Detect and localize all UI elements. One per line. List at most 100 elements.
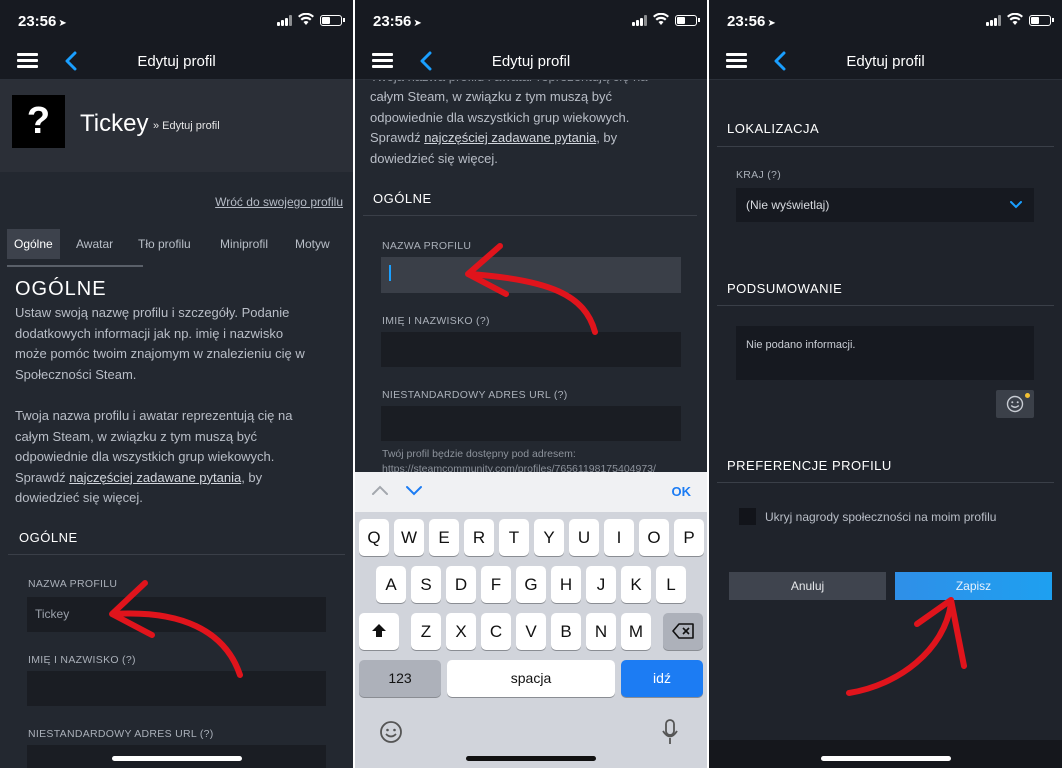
intro-text: Ustaw swoją nazwę profilu i szczegóły. P…: [15, 305, 305, 382]
key-l[interactable]: L: [656, 566, 686, 603]
country-select[interactable]: (Nie wyświetlaj): [736, 188, 1034, 222]
key-z[interactable]: Z: [411, 613, 441, 650]
status-time: 23:56 ➤: [727, 13, 776, 30]
home-indicator: [820, 756, 951, 761]
key-p[interactable]: P: [674, 519, 704, 556]
key-w[interactable]: W: [394, 519, 424, 556]
keyboard-toolbar: OK: [355, 472, 707, 512]
numbers-key[interactable]: 123: [359, 660, 441, 697]
chevron-down-icon: [1010, 201, 1022, 209]
key-g[interactable]: G: [516, 566, 546, 603]
key-t[interactable]: T: [499, 519, 529, 556]
url-note: Twój profil będzie dostępny pod adresem:: [382, 448, 576, 460]
chevron-up-icon[interactable]: [371, 484, 389, 496]
divider: [363, 215, 697, 216]
country-label: KRAJ (?): [736, 169, 781, 181]
ok-button[interactable]: OK: [672, 484, 692, 499]
key-b[interactable]: B: [551, 613, 581, 650]
microphone-icon[interactable]: [661, 718, 679, 746]
key-y[interactable]: Y: [534, 519, 564, 556]
avatar[interactable]: ?: [12, 95, 65, 148]
key-n[interactable]: N: [586, 613, 616, 650]
custom-url-input[interactable]: [381, 406, 681, 441]
tab-miniprofile[interactable]: Miniprofil: [213, 229, 275, 259]
key-k[interactable]: K: [621, 566, 651, 603]
key-x[interactable]: X: [446, 613, 476, 650]
profile-name-input[interactable]: [381, 257, 681, 293]
section-summary: PODSUMOWANIE: [727, 281, 843, 296]
divider: [717, 146, 1054, 147]
signal-icon: [986, 15, 1002, 26]
key-i[interactable]: I: [604, 519, 634, 556]
signal-icon: [632, 15, 648, 26]
key-c[interactable]: C: [481, 613, 511, 650]
key-r[interactable]: R: [464, 519, 494, 556]
hide-awards-label: Ukryj nagrody społeczności na moim profi…: [765, 510, 997, 524]
hide-awards-checkbox[interactable]: [739, 508, 756, 525]
key-e[interactable]: E: [429, 519, 459, 556]
red-arrow-annotation: [846, 597, 967, 696]
tab-general[interactable]: Ogólne: [7, 229, 60, 259]
key-d[interactable]: D: [446, 566, 476, 603]
phone-screen-save: 23:56 ➤ Edytuj profil LOKALIZACJA KRAJ (?…: [709, 0, 1062, 768]
save-button[interactable]: Zapisz: [895, 572, 1052, 600]
custom-url-label: NIESTANDARDOWY ADRES URL (?): [28, 728, 214, 740]
summary-textarea[interactable]: Nie podano informacji.: [736, 326, 1034, 380]
emoticon-button[interactable]: [996, 390, 1034, 418]
key-h[interactable]: H: [551, 566, 581, 603]
section-general: OGÓLNE: [19, 530, 78, 545]
key-s[interactable]: S: [411, 566, 441, 603]
signal-icon: [277, 15, 293, 26]
real-name-input[interactable]: [381, 332, 681, 367]
nav-bar: Edytuj profil: [709, 42, 1062, 80]
backspace-icon: [672, 623, 694, 639]
section-heading: OGÓLNE: [15, 278, 107, 300]
page-title: Edytuj profil: [491, 53, 571, 70]
space-key[interactable]: spacja: [447, 660, 615, 697]
shift-key[interactable]: [359, 613, 399, 650]
key-q[interactable]: Q: [359, 519, 389, 556]
wifi-icon: [1007, 13, 1023, 25]
status-time: 23:56 ➤: [373, 13, 422, 30]
home-indicator: [111, 756, 242, 761]
tab-background[interactable]: Tło profilu: [131, 229, 198, 259]
divider: [717, 482, 1054, 483]
tab-theme[interactable]: Motyw: [288, 229, 337, 259]
tab-avatar[interactable]: Awatar: [69, 229, 120, 259]
chevron-down-icon[interactable]: [405, 485, 423, 497]
profile-name: Tickey: [80, 110, 149, 137]
section-general: OGÓLNE: [373, 191, 432, 206]
cancel-button[interactable]: Anuluj: [729, 572, 886, 600]
key-v[interactable]: V: [516, 613, 546, 650]
text-cursor: [389, 265, 391, 282]
faq-link[interactable]: najczęściej zadawane pytania: [69, 470, 241, 485]
status-bar: 23:56 ➤: [709, 0, 1062, 42]
key-a[interactable]: A: [376, 566, 406, 603]
key-u[interactable]: U: [569, 519, 599, 556]
key-m[interactable]: M: [621, 613, 651, 650]
delete-key[interactable]: [663, 613, 703, 650]
nav-bar: Edytuj profil: [355, 42, 707, 80]
real-name-label: IMIĘ I NAZWISKO (?): [28, 654, 136, 666]
notification-dot: [1025, 393, 1030, 398]
key-j[interactable]: J: [586, 566, 616, 603]
phone-screen-edit-name: Twoja nazwa profilu i awatar reprezentuj…: [355, 0, 707, 768]
key-o[interactable]: O: [639, 519, 669, 556]
phone-screen-general: 23:56 ➤ Edytuj profil ? Tickey » Edytuj p…: [0, 0, 353, 768]
profile-policy-text: całym Steam, w związku z tym muszą być o…: [370, 89, 630, 166]
go-key[interactable]: idź: [621, 660, 703, 697]
faq-link[interactable]: najczęściej zadawane pytania: [424, 130, 596, 145]
emoji-icon[interactable]: [379, 720, 403, 744]
real-name-input[interactable]: [27, 671, 326, 706]
wifi-icon: [653, 13, 669, 25]
status-time: 23:56 ➤: [18, 13, 67, 30]
shift-icon: [372, 624, 386, 638]
page-title: Edytuj profil: [137, 53, 216, 70]
back-to-profile-link[interactable]: Wróć do swojego profilu: [215, 195, 343, 209]
status-bar: 23:56 ➤: [0, 0, 353, 42]
custom-url-label: NIESTANDARDOWY ADRES URL (?): [382, 389, 568, 401]
divider: [8, 554, 345, 555]
battery-icon: [1029, 15, 1054, 26]
profile-name-input[interactable]: Tickey: [27, 597, 326, 632]
key-f[interactable]: F: [481, 566, 511, 603]
